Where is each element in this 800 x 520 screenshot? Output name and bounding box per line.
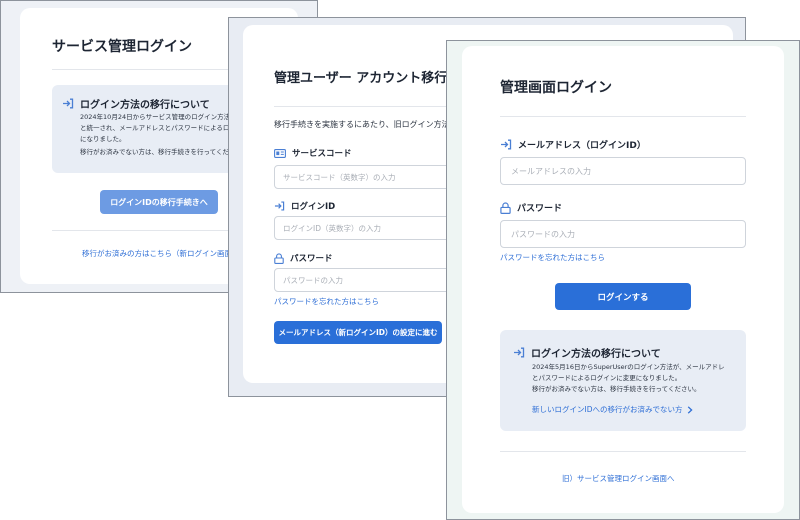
login-arrow-icon — [513, 347, 525, 358]
divider — [500, 116, 746, 117]
login-arrow-icon — [274, 201, 285, 211]
migration-info-box: ログイン方法の移行について 2024年5月16日からSuperUserのログイン… — [500, 330, 746, 431]
info-line-1: 2024年5月16日からSuperUserのログイン方法が、メールアドレ — [532, 363, 725, 371]
info-heading: ログイン方法の移行について — [62, 96, 210, 111]
window-admin-login: 管理画面ログイン メールアドレス（ログインID） メールアドレスの入力 パスワー… — [446, 40, 800, 520]
migrate-login-id-button[interactable]: ログインIDの移行手続きへ — [100, 190, 218, 214]
password-placeholder: パスワードの入力 — [511, 229, 575, 239]
intro-text: 移行手続きを実施するにあたり、旧ログイン方法で — [274, 120, 458, 129]
info-line-2: と統一され、メールアドレスとパスワードによるログイン — [80, 124, 249, 132]
password-label-text: パスワード — [290, 254, 333, 264]
migration-link[interactable]: 新しいログインIDへの移行がお済みでない方 — [532, 404, 693, 415]
password-input[interactable]: パスワードの入力 — [500, 220, 746, 248]
lock-icon — [500, 201, 511, 214]
forgot-password-link[interactable]: パスワードを忘れた方はこちら — [500, 252, 605, 263]
email-placeholder: メールアドレスの入力 — [511, 166, 591, 176]
login-arrow-icon — [500, 139, 512, 150]
service-code-label: サービスコード — [274, 147, 352, 159]
chevron-right-icon — [687, 405, 693, 414]
info-line-3: になりました。 — [80, 135, 126, 143]
login-id-label-text: ログインID — [291, 202, 336, 212]
password-label: パスワード — [274, 252, 333, 264]
info-heading: ログイン方法の移行について — [513, 345, 661, 360]
info-line-4: 移行がお済みでない方は、移行手続きを行ってください — [80, 148, 242, 156]
service-code-label-text: サービスコード — [292, 149, 352, 159]
old-service-login-link[interactable]: 旧）サービス管理ログイン画面へ — [562, 473, 675, 484]
migration-link-text: 新しいログインIDへの移行がお済みでない方 — [532, 405, 683, 414]
info-line-2: とパスワードによるログインに変更になりました。 — [532, 374, 682, 382]
new-login-screen-link[interactable]: 移行がお済みの方はこちら（新ログイン画面へ — [82, 248, 240, 259]
page-title: 管理ユーザー アカウント移行手続 — [274, 71, 474, 86]
service-code-placeholder: サービスコード（英数字）の入力 — [283, 172, 396, 182]
page-title: 管理画面ログイン — [500, 80, 612, 96]
forgot-password-link[interactable]: パスワードを忘れた方はこちら — [274, 296, 379, 307]
info-heading-text: ログイン方法の移行について — [531, 349, 661, 360]
lock-icon — [274, 252, 284, 264]
login-id-label: ログインID — [274, 200, 335, 212]
admin-login-card: 管理画面ログイン メールアドレス（ログインID） メールアドレスの入力 パスワー… — [462, 46, 784, 513]
email-label: メールアドレス（ログインID） — [500, 138, 646, 151]
id-card-icon — [274, 148, 286, 158]
login-button[interactable]: ログインする — [555, 283, 691, 310]
info-heading-text: ログイン方法の移行について — [80, 100, 210, 111]
email-label-text: メールアドレス（ログインID） — [518, 141, 646, 151]
login-arrow-icon — [62, 98, 74, 109]
password-label: パスワード — [500, 201, 562, 214]
password-label-text: パスワード — [517, 204, 563, 214]
divider — [500, 451, 746, 452]
password-placeholder: パスワードの入力 — [283, 275, 343, 285]
login-id-placeholder: ログインID（英数字）の入力 — [283, 223, 381, 233]
info-line-3: 移行がお済みでない方は、移行手続きを行ってください。 — [532, 385, 701, 393]
page-title: サービス管理ログイン — [52, 39, 192, 55]
email-input[interactable]: メールアドレスの入力 — [500, 157, 746, 185]
set-new-login-id-button[interactable]: メールアドレス（新ログインID）の設定に進む — [274, 321, 442, 344]
